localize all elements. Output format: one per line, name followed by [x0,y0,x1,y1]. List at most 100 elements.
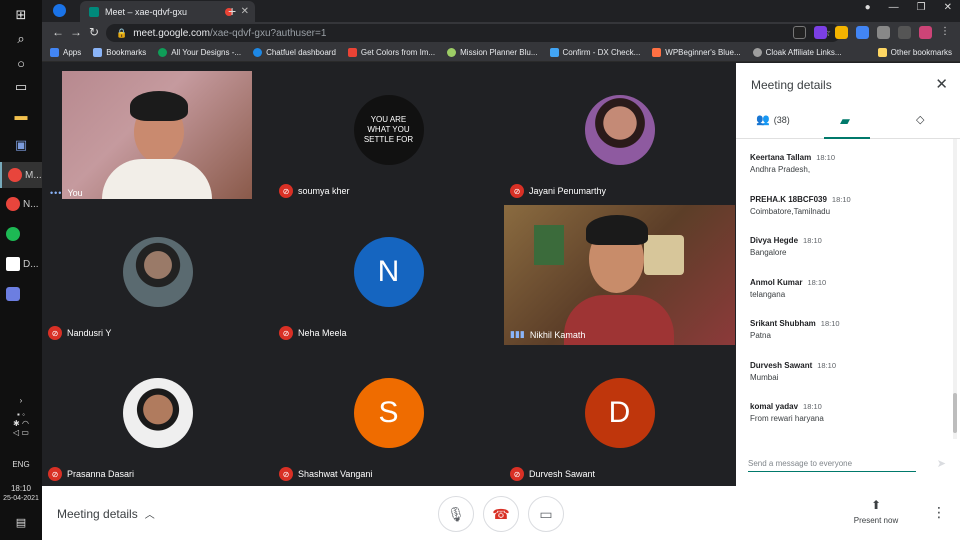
close-icon[interactable]: ✕ [935,75,948,93]
extension-icon[interactable] [856,26,869,39]
bookmark-chatfuel[interactable]: Chatfuel dashboard [253,48,336,57]
participant-tile-neha[interactable]: N ⊘ Neha Meela [273,205,504,345]
avatar-icon[interactable] [919,26,932,39]
bookmark-apps[interactable]: Apps [50,48,81,57]
chevron-up-icon: ︿ [144,510,155,521]
app-icon [6,287,20,301]
meet-favicon-icon [89,6,99,17]
participant-name: ⊘ Jayani Penumarthy [510,184,606,198]
bookmark-bookmarks[interactable]: Bookmarks [93,48,146,57]
other-bookmarks[interactable]: Other bookmarks [877,48,952,57]
participant-tile-nandusri[interactable]: ⊘ Nandusri Y [42,205,273,345]
puzzle-icon[interactable] [877,26,890,39]
chat-message: Divya Hegde 18:10 Bangalore [750,236,822,257]
microphone-button[interactable]: 🎙 [438,496,474,532]
chatfuel-icon [253,48,263,57]
send-icon[interactable]: ➤ [937,457,946,470]
participant-avatar [584,95,655,166]
tab-people[interactable]: 👥 (38) [756,113,790,126]
people-icon: 👥 [756,114,770,126]
bookmark-dx-check[interactable]: Confirm - DX Check... [549,48,640,57]
tab-chat[interactable]: ▰ [840,113,850,129]
notion-icon [6,257,20,271]
meet-control-bar: Meeting details ︿ 🎙 ☎ ▭ ⬆ Present now ⋮ [42,486,960,540]
present-now-button[interactable]: ⬆ Present now [850,498,902,525]
more-options-icon[interactable]: ⋮ [932,504,946,521]
close-tab-icon[interactable]: ✕ [241,6,249,17]
panel-tabs: 👥 (38) ▰ ◇ [736,109,960,139]
file-explorer-icon[interactable]: ▬ [9,104,33,126]
clock-time[interactable]: 18:10 [0,484,42,493]
clock-date[interactable]: 25-04-2021 [0,495,42,502]
url-bar[interactable]: 🔒 meet.google.com /xae-qdvf-gxu?authuser… [106,24,841,42]
bookmarks-bar: Apps Bookmarks All Your Designs -... Cha… [42,44,960,62]
taskbar-app-spotify[interactable] [0,221,42,247]
leave-call-button[interactable]: ☎ [483,496,519,532]
browser-tabstrip: Meet – xae-qdvf-gxu ✕ + ● — ❐ ✕ [42,0,960,22]
participant-video [504,205,735,345]
mic-off-icon: ⊘ [510,467,524,481]
profile-icon[interactable] [53,4,66,17]
tray-expand-icon[interactable]: › [0,396,42,405]
participant-tile-shashwat[interactable]: S ⊘ Shashwat Vangani [273,346,504,486]
panel-title: Meeting details [751,78,832,92]
minimize-icon[interactable]: — [889,2,899,13]
cortana-icon[interactable]: ○ [9,52,33,74]
participant-tile-durvesh[interactable]: D ⊘ Durvesh Sawant [504,346,735,486]
new-tab-icon[interactable]: + [228,3,236,19]
language-indicator[interactable]: ENG [0,460,42,469]
taskbar-app-5[interactable] [0,281,42,307]
participant-tile-prasanna[interactable]: ⊘ Prasanna Dasari [42,346,273,486]
windows-start-icon[interactable]: ⊞ [9,4,33,26]
media-control-icon[interactable] [898,26,911,39]
bookmark-cloak[interactable]: Cloak Affiliate Links... [752,48,842,57]
participant-tile-jayani[interactable]: ⊘ Jayani Penumarthy [504,63,735,203]
taskbar-app-chrome-meet[interactable]: M... [0,162,42,188]
participant-name: ⊘ Nandusri Y [48,326,111,340]
colors-icon [347,48,357,57]
participant-name: ▮▮▮ Nikhil Kamath [510,329,586,340]
camera-icon: ▭ [539,505,553,522]
taskbar-app-notion[interactable]: D... [0,251,42,277]
photos-icon[interactable]: ▣ [9,134,33,156]
taskbar-app-chrome-2[interactable]: N... [0,191,42,217]
chat-message: Durvesh Sawant 18:10 Mumbai [750,360,837,382]
close-window-icon[interactable]: ✕ [944,2,952,13]
bookmark-colors[interactable]: Get Colors from Im... [347,48,435,57]
extension-icon[interactable] [793,26,806,39]
chat-message: Keertana Tallam 18:10 Andhra Pradesh, [750,153,835,174]
participant-tile-nikhil[interactable]: ▮▮▮ Nikhil Kamath [504,205,735,345]
back-icon[interactable]: ← [52,25,64,39]
participant-avatar: S [353,378,424,449]
search-icon[interactable]: ⌕ [9,28,33,50]
bookmark-designs[interactable]: All Your Designs -... [158,48,241,57]
reload-icon[interactable]: ↻ [89,25,99,39]
chat-message-input[interactable]: Send a message to everyone [748,456,916,472]
chat-scrollbar-thumb[interactable] [953,393,957,433]
bookmark-mission-planner[interactable]: Mission Planner Blu... [447,48,538,57]
mic-off-icon: ⊘ [279,467,293,481]
extension-icon[interactable] [835,26,848,39]
chat-messages: Keertana Tallam 18:10 Andhra Pradesh, PREH… [750,153,945,444]
tab-activities[interactable]: ◇ [916,113,924,126]
participant-avatar [122,237,193,308]
task-view-icon[interactable]: ▭ [9,76,33,98]
windows-taskbar: ⊞ ⌕ ○ ▭ ▬ ▣ M... N... D... › ▪ ◦ ✱ ◠ ◁ ▭ E… [0,0,42,540]
globe-icon [752,48,762,57]
lock-icon: 🔒 [116,27,128,38]
participant-name: ⊘ Neha Meela [279,326,347,340]
participant-tile-soumya[interactable]: YOU ARE WHAT YOU SETTLE FOR ⊘ soumya kher [273,63,504,203]
extension-icon[interactable] [814,26,827,39]
tray-icons[interactable]: ▪ ◦ ✱ ◠ ◁ ▭ [0,410,42,437]
bookmark-wpbeginner[interactable]: WPBeginner's Blue... [652,48,741,57]
participant-tile-you[interactable]: ••• You [42,63,273,203]
meeting-details-button[interactable]: Meeting details ︿ [57,506,155,522]
mic-off-icon: ⊘ [510,184,524,198]
forward-icon[interactable]: → [70,25,82,39]
camera-button[interactable]: ▭ [528,496,564,532]
chrome-menu-icon[interactable]: ⋮ [940,26,950,39]
maximize-icon[interactable]: ❐ [917,2,926,13]
media-icon[interactable]: ● [865,2,871,13]
notifications-icon[interactable]: ▤ [0,516,42,529]
extension-icons: ⋮ [793,26,950,39]
